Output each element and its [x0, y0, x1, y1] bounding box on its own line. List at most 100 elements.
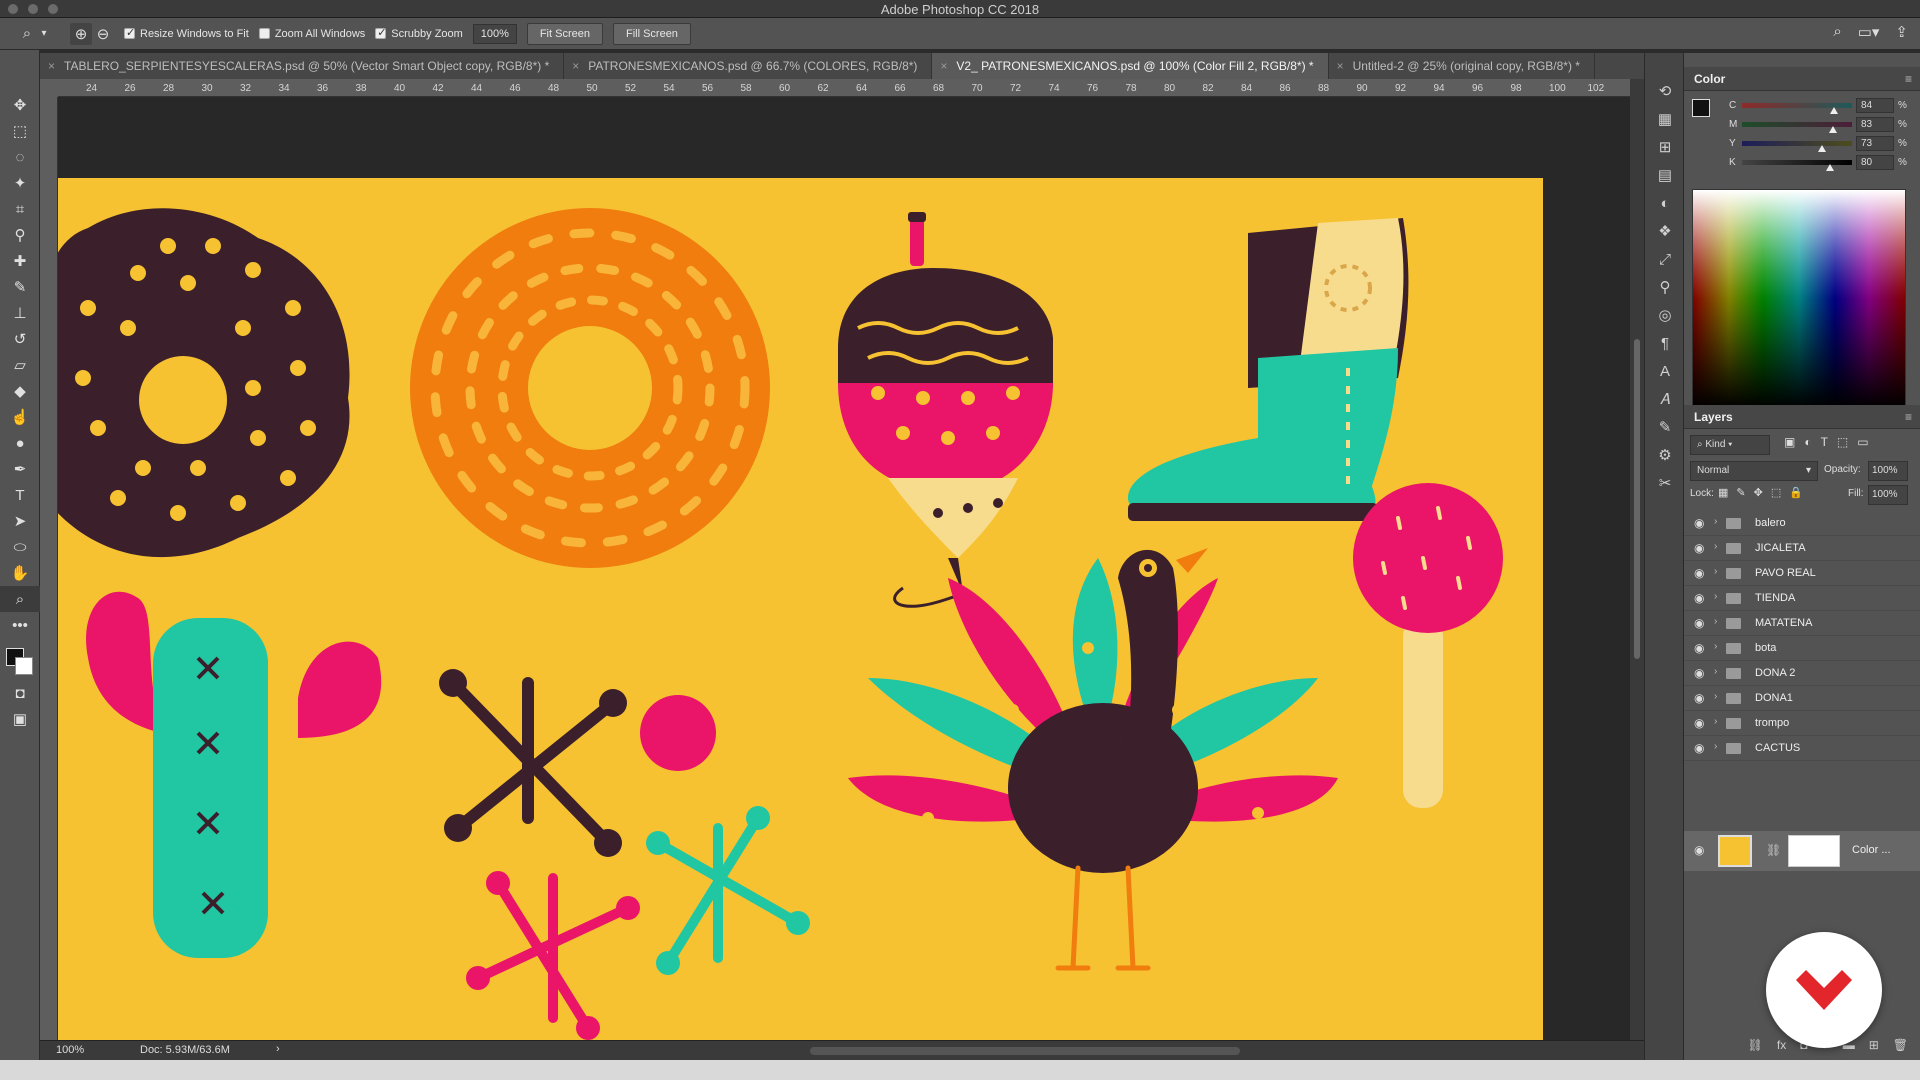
- paths-panel-icon[interactable]: ⤢: [1645, 245, 1685, 273]
- scrubby-zoom-checkbox[interactable]: Scrubby Zoom: [375, 26, 463, 40]
- chevron-right-icon[interactable]: ›: [1714, 591, 1717, 602]
- swatches-panel-icon[interactable]: ▦: [1645, 105, 1685, 133]
- layer-mask-thumbnail[interactable]: [1788, 835, 1840, 867]
- close-tab-icon[interactable]: ×: [940, 53, 947, 79]
- blend-mode-select[interactable]: Normal ▾: [1690, 461, 1818, 481]
- slider-k[interactable]: K 80 %: [1684, 154, 1920, 172]
- share-icon[interactable]: ⇪: [1895, 23, 1908, 41]
- panel-menu-icon[interactable]: ≡: [1905, 67, 1912, 91]
- resize-windows-checkbox[interactable]: Resize Windows to Fit: [124, 26, 249, 40]
- eyedropper-tool-icon[interactable]: ⚲: [0, 222, 40, 248]
- eye-icon[interactable]: ◉: [1694, 516, 1704, 530]
- screen-mode-icon[interactable]: ▣: [0, 706, 40, 732]
- paint-bucket-tool-icon[interactable]: ◆: [0, 378, 40, 404]
- link-layers-icon[interactable]: ⛓: [1748, 1038, 1763, 1058]
- layer-group-row[interactable]: ◉ › trompo: [1684, 711, 1920, 736]
- quick-mask-icon[interactable]: ◘: [0, 680, 40, 706]
- lasso-tool-icon[interactable]: ◌: [0, 144, 40, 170]
- chevron-right-icon[interactable]: ›: [1714, 641, 1717, 652]
- layer-group-row[interactable]: ◉ › DONA1: [1684, 686, 1920, 711]
- layers-panel-title[interactable]: Layers ≡: [1684, 405, 1920, 429]
- layer-group-row[interactable]: ◉ › bota: [1684, 636, 1920, 661]
- glyphs-panel-icon[interactable]: 𝐴: [1645, 385, 1685, 413]
- workspace-icon[interactable]: ▭▾: [1858, 23, 1880, 41]
- adjustments-panel-icon[interactable]: ◐: [1645, 189, 1685, 217]
- smudge-tool-icon[interactable]: ☝: [0, 404, 40, 430]
- status-zoom[interactable]: 100%: [56, 1044, 84, 1056]
- eraser-tool-icon[interactable]: ▱: [0, 352, 40, 378]
- libraries-panel-icon[interactable]: ▤: [1645, 161, 1685, 189]
- tab-tablero[interactable]: × TABLERO_SERPIENTESYESCALERAS.psd @ 50% …: [40, 53, 565, 79]
- hand-tool-icon[interactable]: ✋: [0, 560, 40, 586]
- chevron-right-icon[interactable]: ›: [1714, 616, 1717, 627]
- type-tool-icon[interactable]: T: [0, 482, 40, 508]
- lock-icons[interactable]: ▦✎✥⬚🔒: [1718, 486, 1811, 506]
- channels-panel-icon[interactable]: ◎: [1645, 301, 1685, 329]
- close-tab-icon[interactable]: ×: [1337, 53, 1344, 79]
- character-panel-icon[interactable]: A: [1645, 357, 1685, 385]
- layer-group-row[interactable]: ◉ › JICALETA: [1684, 536, 1920, 561]
- k-knob[interactable]: [1826, 164, 1834, 171]
- history-panel-icon[interactable]: ⟲: [1645, 77, 1685, 105]
- vertical-scrollbar[interactable]: [1630, 79, 1644, 1040]
- brush-settings-panel-icon[interactable]: ✎: [1645, 413, 1685, 441]
- zoom-level-field[interactable]: 100%: [472, 23, 517, 44]
- panel-menu-icon[interactable]: ≡: [1905, 405, 1912, 429]
- zoom-tool-icon[interactable]: ⌕: [0, 586, 40, 612]
- horizontal-ruler[interactable]: 24 26 28 30 32 34 36 38 40 42 44 46 48 50 52 54 56 58 60 62…: [58, 79, 1630, 97]
- layer-group-row[interactable]: ◉ › PAVO REAL: [1684, 561, 1920, 586]
- search-icon[interactable]: ⌕: [1833, 23, 1841, 41]
- status-menu-arrow[interactable]: ›: [276, 1043, 280, 1055]
- chevron-right-icon[interactable]: ›: [1714, 666, 1717, 677]
- pen-tool-icon[interactable]: ✒: [0, 456, 40, 482]
- slider-c[interactable]: C 84 %: [1684, 97, 1920, 115]
- eye-icon[interactable]: ◉: [1694, 566, 1704, 580]
- scrollbar-thumb[interactable]: [1634, 339, 1640, 659]
- stamp-tool-icon[interactable]: ⊥: [0, 300, 40, 326]
- vertical-ruler[interactable]: [40, 97, 58, 1040]
- slider-m[interactable]: M 83 %: [1684, 116, 1920, 134]
- eye-icon[interactable]: ◉: [1694, 843, 1704, 857]
- color-panel-title[interactable]: Color ≡: [1684, 67, 1920, 91]
- path-selection-tool-icon[interactable]: ➤: [0, 508, 40, 534]
- paragraph-panel-icon[interactable]: ¶: [1645, 329, 1685, 357]
- layer-group-row[interactable]: ◉ › DONA 2: [1684, 661, 1920, 686]
- layer-group-row[interactable]: ◉ › balero: [1684, 511, 1920, 536]
- k-track[interactable]: [1742, 160, 1852, 165]
- eye-icon[interactable]: ◉: [1694, 691, 1704, 705]
- zoom-all-windows-checkbox[interactable]: Zoom All Windows: [258, 28, 365, 40]
- color-spectrum[interactable]: [1692, 189, 1906, 409]
- more-tools-icon[interactable]: •••: [0, 612, 40, 638]
- zoom-tool-preset-icon[interactable]: ⌕: [16, 23, 38, 45]
- fit-screen-button[interactable]: Fit Screen: [526, 22, 603, 45]
- marquee-tool-icon[interactable]: ⬚: [0, 118, 40, 144]
- canvas-workspace[interactable]: [58, 97, 1630, 1040]
- horizontal-scrollbar[interactable]: [810, 1047, 1240, 1055]
- dodge-tool-icon[interactable]: ●: [0, 430, 40, 456]
- styles-panel-icon[interactable]: ❖: [1645, 217, 1685, 245]
- layer-group-row[interactable]: ◉ › MATATENA: [1684, 611, 1920, 636]
- chevron-right-icon[interactable]: ›: [1714, 541, 1717, 552]
- crop-tool-icon[interactable]: ⌗: [0, 196, 40, 222]
- shape-tool-icon[interactable]: ⬭: [0, 534, 40, 560]
- properties-panel-icon[interactable]: ⚲: [1645, 273, 1685, 301]
- chevron-down-icon[interactable]: ▾: [38, 23, 50, 45]
- magic-wand-tool-icon[interactable]: ✦: [0, 170, 40, 196]
- y-track[interactable]: [1742, 141, 1852, 146]
- eye-icon[interactable]: ◉: [1694, 616, 1704, 630]
- link-icon[interactable]: ⛓: [1766, 843, 1781, 857]
- zoom-in-icon[interactable]: ⊕: [70, 22, 92, 45]
- grid-panel-icon[interactable]: ⊞: [1645, 133, 1685, 161]
- background-color-swatch[interactable]: [15, 657, 33, 675]
- close-tab-icon[interactable]: ×: [572, 53, 579, 79]
- clone-source-panel-icon[interactable]: ✂: [1645, 469, 1685, 497]
- tab-patrones[interactable]: × PATRONESMEXICANOS.psd @ 66.7% (COLORES,…: [564, 53, 933, 79]
- brush-tool-icon[interactable]: ✎: [0, 274, 40, 300]
- eye-icon[interactable]: ◉: [1694, 641, 1704, 655]
- trash-icon[interactable]: 🗑: [1893, 1038, 1908, 1058]
- close-tab-icon[interactable]: ×: [48, 53, 55, 79]
- chevron-right-icon[interactable]: ›: [1714, 716, 1717, 727]
- layer-filter-icons[interactable]: ▣◐T⬚▭: [1784, 435, 1878, 455]
- m-knob[interactable]: [1829, 126, 1838, 133]
- chevron-right-icon[interactable]: ›: [1714, 566, 1717, 577]
